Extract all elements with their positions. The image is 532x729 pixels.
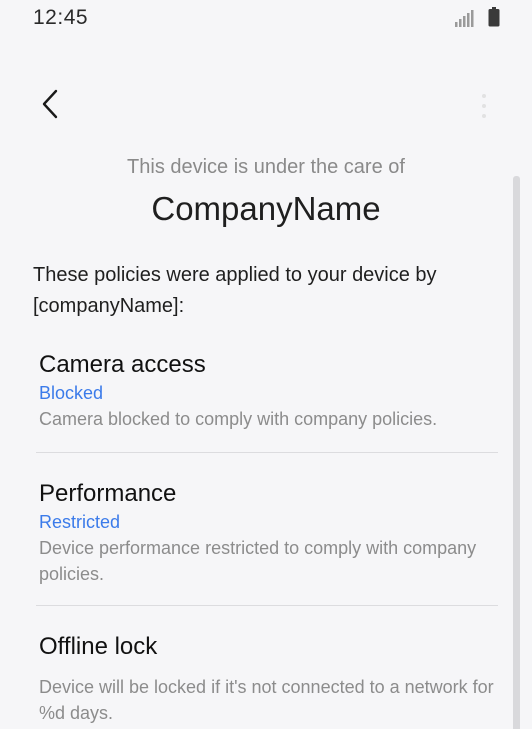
care-text: This device is under the care of <box>127 156 405 178</box>
policy-description: Camera blocked to comply with company po… <box>39 409 438 429</box>
policy-title: Performance <box>39 480 177 507</box>
policy-title: Offline lock <box>39 633 158 660</box>
status-bar: 12:45 <box>0 0 532 36</box>
policy-item-offline-lock: Offline lock Device will be locked if it… <box>39 632 499 726</box>
policy-description: Device performance restricted to comply … <box>39 538 477 584</box>
more-options-button[interactable] <box>472 88 496 128</box>
policy-title: Camera access <box>39 351 206 378</box>
policy-item-camera-access: Camera access Blocked Camera blocked to … <box>39 350 499 432</box>
divider <box>36 452 498 453</box>
battery-icon <box>488 7 500 32</box>
policies-intro: These policies were applied to your devi… <box>33 264 437 317</box>
policy-item-performance: Performance Restricted Device performanc… <box>39 479 499 587</box>
signal-icon <box>454 9 474 32</box>
policy-description: Device will be locked if it's not connec… <box>39 677 494 723</box>
more-vertical-icon <box>481 93 487 124</box>
divider <box>36 605 498 606</box>
status-icons <box>454 7 500 32</box>
chevron-left-icon <box>40 88 60 125</box>
status-time: 12:45 <box>33 6 89 29</box>
scrollbar[interactable] <box>513 176 520 729</box>
back-button[interactable] <box>30 86 70 126</box>
policy-status: Blocked <box>39 383 104 403</box>
policy-status <box>39 662 499 674</box>
policy-status: Restricted <box>39 512 121 532</box>
company-name: CompanyName <box>151 190 381 227</box>
